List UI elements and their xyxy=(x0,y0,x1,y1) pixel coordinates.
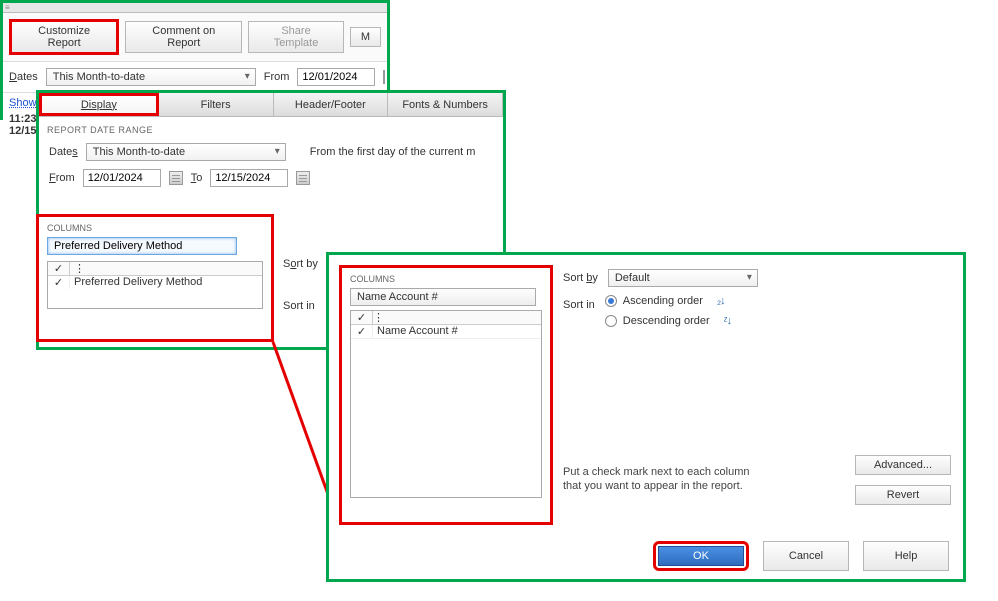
columns-search-input-2[interactable]: Name Account # xyxy=(350,288,536,306)
dates-range-select[interactable]: This Month-to-date xyxy=(46,68,256,86)
dates-range-value: This Month-to-date xyxy=(53,71,145,83)
to-label: To xyxy=(191,172,203,184)
columns-title: COLUMNS xyxy=(39,217,271,235)
columns-list-2[interactable]: ✓ ⋮ ✓ Name Account # xyxy=(350,310,542,498)
dates-range-value-2: This Month-to-date xyxy=(93,146,185,158)
dots-header-icon: ⋮ xyxy=(373,311,384,324)
dates-range-select-2[interactable]: This Month-to-date xyxy=(86,143,286,161)
columns-panel-2: COLUMNS Name Account # ✓ ⋮ ✓ Name Accoun… xyxy=(339,265,553,525)
share-template-button[interactable]: Share Template xyxy=(248,21,344,53)
check-icon: ✓ xyxy=(48,276,70,289)
dialog-tabs: Display Filters Header/Footer Fonts & Nu… xyxy=(39,93,503,117)
sort-area: Sort by Default Sort in Ascending order … xyxy=(563,269,953,335)
comment-on-report-button[interactable]: Comment on Report xyxy=(125,21,242,53)
columns-title-2: COLUMNS xyxy=(342,268,550,286)
time-row-1: 11:23 xyxy=(9,113,37,125)
descending-label: Descending order xyxy=(623,315,710,327)
columns-hint: Put a check mark next to each column tha… xyxy=(563,465,763,494)
sort-by-label: Sort by xyxy=(563,272,598,284)
tab-filters[interactable]: Filters xyxy=(159,93,274,116)
calendar-icon[interactable] xyxy=(296,171,310,185)
help-button[interactable]: Help xyxy=(863,541,949,571)
columns-list[interactable]: ✓ ⋮ ✓ Preferred Delivery Method xyxy=(47,261,263,309)
more-button-fragment[interactable]: M xyxy=(350,27,381,47)
dialog-footer: OK Cancel Help xyxy=(329,541,963,571)
ok-highlight: OK xyxy=(653,541,749,571)
window-title-bar: ≡ xyxy=(3,3,387,13)
check-icon: ✓ xyxy=(351,325,373,338)
tab-hf-label: Header/Footer xyxy=(295,99,366,111)
dates-label: Dates xyxy=(9,71,38,83)
check-header-icon: ✓ xyxy=(351,311,373,324)
tab-header-footer[interactable]: Header/Footer xyxy=(274,93,389,116)
from-label-2: From xyxy=(49,172,75,184)
range-hint: From the first day of the current m xyxy=(310,146,476,158)
side-buttons: Advanced... Revert xyxy=(855,455,951,505)
revert-button[interactable]: Revert xyxy=(855,485,951,505)
column-row[interactable]: ✓ Name Account # xyxy=(351,325,541,339)
sort-in-label: Sort in xyxy=(563,295,595,311)
tab-filters-label: Filters xyxy=(201,99,231,111)
sort-by-select[interactable]: Default xyxy=(608,269,758,287)
column-row[interactable]: ✓ Preferred Delivery Method xyxy=(48,276,262,289)
date-filter-row: Dates This Month-to-date From xyxy=(3,62,387,93)
customize-report-button[interactable]: Customize Report xyxy=(9,19,119,55)
sort-asc-icon: ₂↓ xyxy=(717,296,725,307)
radio-icon xyxy=(605,295,617,307)
show-link-fragment[interactable]: Show xyxy=(9,97,37,109)
from-date-input[interactable] xyxy=(297,68,375,86)
tab-display-label: Display xyxy=(81,99,117,111)
ascending-radio[interactable]: Ascending order ₂↓ xyxy=(605,295,731,307)
sort-by-fragment: Sort by xyxy=(283,258,318,270)
column-name: Preferred Delivery Method xyxy=(70,276,262,289)
from-label: From xyxy=(264,71,290,83)
ok-button[interactable]: OK xyxy=(658,546,744,566)
sort-desc-icon: ᶻ↓ xyxy=(724,316,731,327)
calendar-icon[interactable] xyxy=(169,171,183,185)
check-header-icon: ✓ xyxy=(48,262,70,275)
columns-search-value-2: Name Account # xyxy=(357,291,438,303)
descending-radio[interactable]: Descending order ᶻ↓ xyxy=(605,315,731,327)
advanced-button[interactable]: Advanced... xyxy=(855,455,951,475)
tab-fonts-numbers[interactable]: Fonts & Numbers xyxy=(388,93,503,116)
tab-display[interactable]: Display xyxy=(39,93,159,116)
from-date-input-2[interactable] xyxy=(83,169,161,187)
dates-label-2: Dates xyxy=(49,146,78,158)
column-name: Name Account # xyxy=(373,325,541,338)
sort-by-value: Default xyxy=(615,272,650,284)
time-row-2: 12/15 xyxy=(9,125,37,137)
modify-report-columns-dialog: COLUMNS Name Account # ✓ ⋮ ✓ Name Accoun… xyxy=(326,252,966,582)
calendar-icon[interactable] xyxy=(383,70,385,84)
columns-panel: COLUMNS ✓ ⋮ ✓ Preferred Delivery Method xyxy=(36,214,274,342)
radio-icon xyxy=(605,315,617,327)
tab-fn-label: Fonts & Numbers xyxy=(402,99,488,111)
report-toolbar: Customize Report Comment on Report Share… xyxy=(3,13,387,62)
sort-in-fragment: Sort in xyxy=(283,300,315,312)
cancel-button[interactable]: Cancel xyxy=(763,541,849,571)
to-date-input[interactable] xyxy=(210,169,288,187)
dots-header-icon: ⋮ xyxy=(70,262,262,275)
report-date-range-title: REPORT DATE RANGE xyxy=(39,117,503,139)
ascending-label: Ascending order xyxy=(623,295,703,307)
columns-search-input[interactable] xyxy=(47,237,237,255)
